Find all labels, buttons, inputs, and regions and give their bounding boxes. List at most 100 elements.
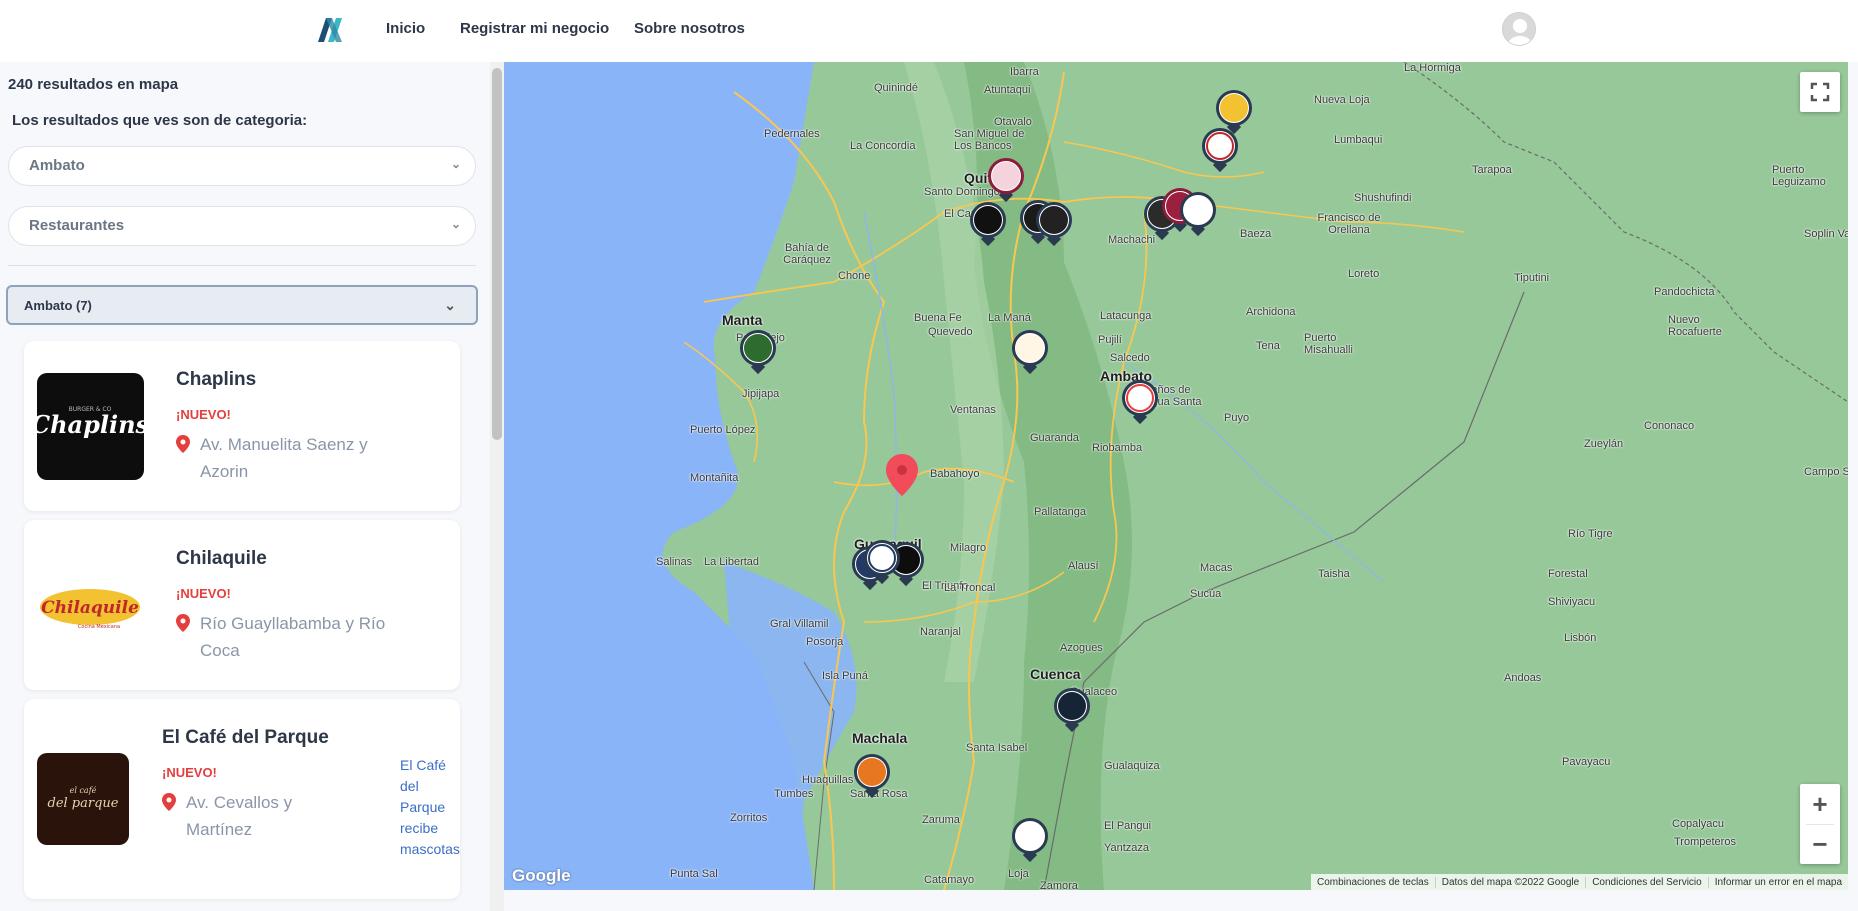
category-label: Los resultados que ves son de categoria: bbox=[12, 112, 308, 129]
map-marker[interactable] bbox=[1202, 128, 1238, 173]
avatar-icon[interactable] bbox=[1502, 12, 1536, 46]
map-label: Archidona bbox=[1246, 306, 1296, 318]
map-label: Catamayo bbox=[924, 874, 975, 886]
map-label: Pavayacu bbox=[1562, 756, 1611, 768]
map-label: Chone bbox=[838, 270, 871, 282]
google-logo: Google bbox=[512, 866, 571, 885]
map-marker[interactable] bbox=[1180, 192, 1216, 237]
map-label: Shiviyacu bbox=[1548, 596, 1596, 608]
map-label: Zaruma bbox=[922, 814, 960, 826]
map-marker[interactable] bbox=[740, 330, 776, 375]
map-label: Puerto Misahualli bbox=[1304, 332, 1353, 356]
map-label: Trompeteros bbox=[1674, 836, 1736, 848]
map-label: La Troncal bbox=[944, 582, 996, 594]
map-label: Pujilí bbox=[1098, 334, 1122, 346]
map-label: Campo Se bbox=[1804, 466, 1848, 478]
business-card-el-cafe-del-parque[interactable]: el café del parque El Café del Parque ¡N… bbox=[24, 699, 460, 899]
city-group-label: Ambato (7) bbox=[24, 298, 92, 313]
map-label: Posorja bbox=[806, 636, 844, 648]
map-label: Riobamba bbox=[1092, 442, 1143, 454]
map-label: Río Tigre bbox=[1568, 528, 1613, 540]
map-label: Nuevo Rocafuerte bbox=[1668, 314, 1722, 338]
business-name: Chilaquile bbox=[176, 548, 267, 569]
business-card-chilaquile[interactable]: Chilaquile Cocina Mexicana Chilaquile ¡N… bbox=[24, 520, 460, 690]
map-label: Naranjal bbox=[920, 626, 961, 638]
map-label: Andoas bbox=[1504, 672, 1542, 684]
map-label: Taisha bbox=[1318, 568, 1350, 580]
map-label: Loreto bbox=[1348, 268, 1380, 280]
map-label: Baeza bbox=[1240, 228, 1272, 240]
map-label: Buena Fe bbox=[914, 312, 962, 324]
map-marker[interactable] bbox=[1012, 330, 1048, 375]
map-label: Quevedo bbox=[928, 326, 973, 338]
map-label: Zorritos bbox=[730, 812, 768, 824]
map-label: Punta Sal bbox=[670, 868, 718, 880]
map-label-city: Cuenca bbox=[1030, 666, 1081, 682]
results-count: 240 resultados en mapa bbox=[8, 76, 179, 93]
nav-sobre-nosotros[interactable]: Sobre nosotros bbox=[634, 20, 745, 37]
svg-text:BURGER & CO: BURGER & CO bbox=[69, 406, 112, 413]
svg-text:Chaplins: Chaplins bbox=[37, 410, 144, 439]
logo-icon[interactable] bbox=[318, 18, 348, 42]
map-data-text: Datos del mapa ©2022 Google bbox=[1434, 876, 1585, 888]
city-select[interactable]: Ambato ⌄ bbox=[8, 146, 476, 186]
new-badge: ¡NUEVO! bbox=[176, 407, 231, 422]
zoom-out-button[interactable]: − bbox=[1800, 825, 1840, 864]
map-label: Nueva Loja bbox=[1314, 94, 1370, 106]
map-label: Alausí bbox=[1068, 560, 1099, 572]
map-label: Tumbes bbox=[774, 788, 814, 800]
map-label: Gualaquiza bbox=[1104, 760, 1160, 772]
map-label: Soplin Va bbox=[1804, 228, 1848, 240]
map-label: Forestal bbox=[1548, 568, 1588, 580]
business-logo: Chaplins BURGER & CO bbox=[37, 373, 144, 480]
map-label: Pallatanga bbox=[1034, 506, 1086, 518]
map-marker[interactable] bbox=[1122, 380, 1158, 425]
svg-text:el café: el café bbox=[70, 786, 97, 795]
map-label: Jipijapa bbox=[742, 388, 780, 400]
nav-inicio[interactable]: Inicio bbox=[386, 20, 425, 37]
map[interactable]: Ibarra La Hormiga Atuntaqui Quinindé Ota… bbox=[504, 62, 1848, 890]
map-marker[interactable] bbox=[854, 754, 890, 799]
fullscreen-button[interactable] bbox=[1800, 72, 1840, 112]
map-label: Tarapoa bbox=[1472, 164, 1512, 176]
scrollbar-thumb[interactable] bbox=[492, 68, 502, 440]
map-label: San Miguel de Los Bancos bbox=[954, 128, 1025, 152]
map-marker[interactable] bbox=[1054, 688, 1090, 733]
map-label: La Concordia bbox=[850, 140, 916, 152]
nav-registrar-negocio[interactable]: Registrar mi negocio bbox=[460, 20, 609, 37]
chevron-down-icon: ⌄ bbox=[450, 157, 461, 171]
map-marker[interactable] bbox=[988, 158, 1024, 203]
map-label: Francisco de Orellana bbox=[1317, 212, 1381, 236]
map-label: Lumbaqui bbox=[1334, 134, 1383, 146]
map-label: Babahoyo bbox=[930, 468, 980, 480]
map-label: Tena bbox=[1256, 340, 1280, 352]
svg-text:Cocina Mexicana: Cocina Mexicana bbox=[78, 624, 120, 630]
map-marker[interactable] bbox=[1036, 202, 1072, 247]
map-label: Yantzaza bbox=[1104, 842, 1150, 854]
category-select[interactable]: Restaurantes ⌄ bbox=[8, 206, 476, 246]
map-label: Tiputini bbox=[1514, 272, 1550, 284]
map-label: La Hormiga bbox=[1404, 62, 1461, 74]
map-label: Puerto Leguizamo bbox=[1772, 164, 1826, 188]
map-label: Guaranda bbox=[1030, 432, 1079, 444]
map-marker-selected[interactable] bbox=[886, 454, 922, 498]
city-select-value: Ambato bbox=[29, 157, 85, 174]
business-card-chaplins[interactable]: Chaplins BURGER & CO Chaplins ¡NUEVO! Av… bbox=[24, 341, 460, 511]
terms-link[interactable]: Condiciones del Servicio bbox=[1585, 876, 1708, 888]
map-marker[interactable] bbox=[1012, 818, 1048, 863]
top-navbar: Inicio Registrar mi negocio Sobre nosotr… bbox=[0, 0, 1858, 62]
map-label: Montañita bbox=[690, 472, 739, 484]
report-error-link[interactable]: Informar un error en el mapa bbox=[1707, 876, 1848, 888]
map-marker[interactable] bbox=[864, 540, 900, 585]
business-logo: el café del parque bbox=[37, 753, 129, 845]
map-label-city: Manta bbox=[722, 312, 763, 328]
sidebar-scrollbar[interactable] bbox=[490, 62, 504, 911]
map-label: Huaquillas bbox=[802, 774, 854, 786]
keyboard-shortcuts-link[interactable]: Combinaciones de teclas bbox=[1311, 877, 1435, 888]
zoom-in-button[interactable]: + bbox=[1800, 784, 1840, 824]
location-pin-icon bbox=[176, 614, 190, 632]
city-group-dropdown[interactable]: Ambato (7) ⌄ bbox=[6, 285, 478, 325]
zoom-controls: + − bbox=[1800, 784, 1840, 864]
map-marker[interactable] bbox=[970, 202, 1006, 247]
map-label: Milagro bbox=[950, 542, 987, 554]
